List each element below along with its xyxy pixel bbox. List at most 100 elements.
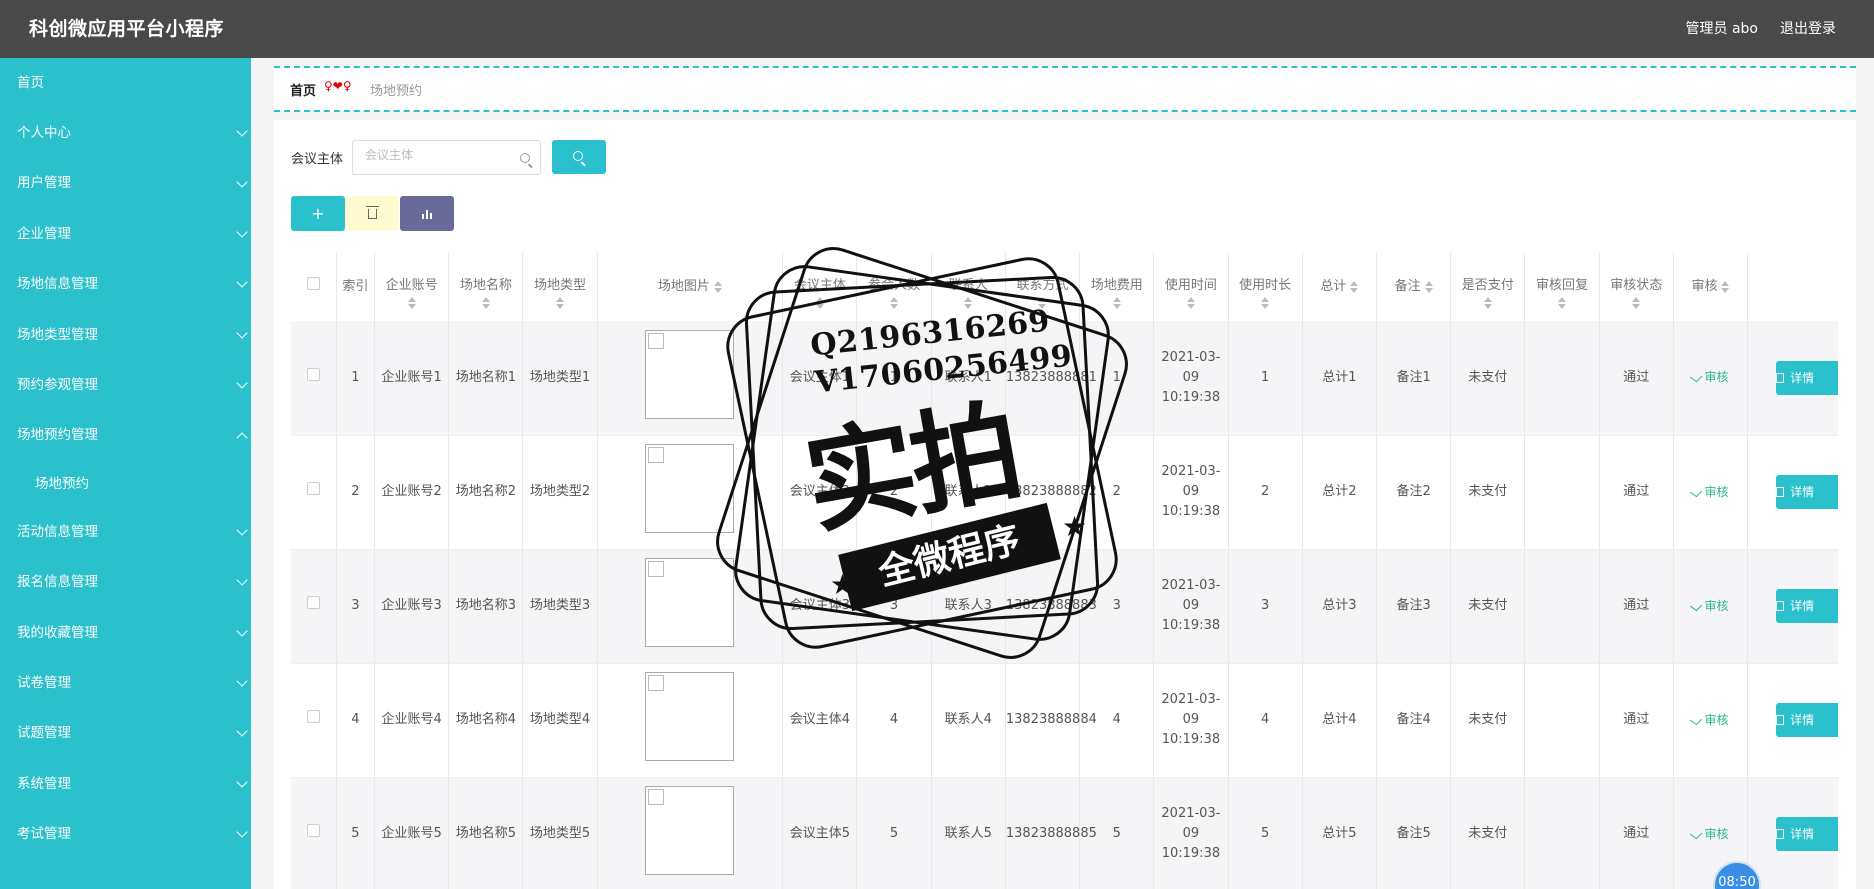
row-checkbox[interactable]: [306, 596, 320, 609]
column-header[interactable]: 场地费用: [1079, 253, 1155, 321]
data-table-container[interactable]: 索引 企业账号 场地名称 场地类型 场地图片 会议主体 参会人数 联系人 联系方式 场地费用 使用时…: [291, 253, 1838, 889]
sidebar-item[interactable]: 系统管理: [0, 759, 251, 809]
sidebar-item[interactable]: 活动信息管理: [0, 507, 251, 557]
table-row[interactable]: 5 企业账号5 场地名称5 场地类型5 会议主体5 5 联系人5 13823888885 5 20…: [291, 777, 1838, 889]
bar-chart-icon: [422, 210, 432, 219]
detail-button-label: 详情: [1790, 712, 1815, 727]
sidebar-item[interactable]: 场地类型管理: [0, 310, 251, 360]
detail-button[interactable]: 详情: [1776, 588, 1838, 623]
table-row[interactable]: 2 企业账号2 场地名称2 场地类型2 会议主体2 2 联系人2 13823888882 2 20…: [291, 435, 1838, 550]
column-header[interactable]: 索引: [336, 253, 376, 321]
edit-pen-icon: [1690, 828, 1703, 839]
detail-button[interactable]: 详情: [1776, 816, 1838, 851]
search-icon: [520, 153, 530, 163]
cell-fee: 1: [1112, 369, 1121, 385]
column-header[interactable]: 使用时间: [1153, 253, 1229, 321]
detail-button[interactable]: 详情: [1776, 360, 1838, 395]
sidebar-item[interactable]: 试题管理: [0, 708, 251, 758]
cell-fee: 5: [1112, 826, 1121, 841]
audit-link[interactable]: 审核: [1690, 370, 1728, 384]
column-header[interactable]: 会议主体: [782, 253, 858, 321]
sidebar-item[interactable]: 场地预约管理: [0, 410, 251, 460]
sidebar-item[interactable]: 预约参观管理: [0, 360, 251, 410]
sidebar-item[interactable]: 我的收藏管理: [0, 608, 251, 658]
column-header[interactable]: 审核回复: [1524, 253, 1600, 321]
select-all-cell[interactable]: [291, 253, 337, 321]
row-select-cell[interactable]: [291, 549, 337, 664]
table-row[interactable]: 4 企业账号4 场地名称4 场地类型4 会议主体4 4 联系人4 13823888884 4 20…: [291, 663, 1838, 778]
row-select-cell[interactable]: [291, 663, 337, 778]
cell-people: 4: [889, 712, 899, 727]
column-header[interactable]: 场地图片: [597, 253, 784, 321]
search-input[interactable]: [365, 148, 515, 162]
table-cell: 备注2: [1376, 435, 1452, 550]
add-button[interactable]: +: [291, 196, 345, 231]
cell-venue: 场地名称2: [455, 484, 516, 499]
column-header[interactable]: 企业账号: [374, 253, 450, 321]
sidebar-item[interactable]: 试卷管理: [0, 658, 251, 708]
column-header[interactable]: 联系方式: [1005, 253, 1081, 321]
image-cell: [597, 549, 784, 664]
audit-link-label: 审核: [1704, 598, 1729, 613]
cell-status: 通过: [1623, 484, 1650, 499]
sort-icon[interactable]: [1424, 280, 1433, 293]
table-row[interactable]: 1 企业账号1 场地名称1 场地类型1 会议主体1 1 联系人1 13823888881 1 20…: [291, 321, 1838, 436]
statistics-button[interactable]: [400, 196, 454, 231]
detail-button[interactable]: 详情: [1776, 474, 1838, 509]
column-header[interactable]: 审核状态: [1599, 253, 1674, 321]
column-header[interactable]: 参会人数: [856, 253, 932, 321]
cell-duration: 1: [1261, 369, 1270, 385]
sidebar-item[interactable]: 企业管理: [0, 209, 251, 259]
detail-button[interactable]: 详情: [1776, 702, 1838, 737]
table-cell: 会议主体1: [782, 321, 858, 436]
column-header[interactable]: 场地类型: [522, 253, 598, 321]
sidebar-item[interactable]: 场地预约: [0, 461, 251, 507]
row-checkbox[interactable]: [306, 482, 320, 495]
audit-link[interactable]: 审核: [1690, 713, 1728, 727]
table-cell: 备注5: [1376, 777, 1452, 889]
column-header[interactable]: 审核: [1673, 253, 1749, 321]
row-checkbox[interactable]: [306, 367, 320, 381]
sidebar-item[interactable]: 场地信息管理: [0, 259, 251, 309]
select-all-checkbox[interactable]: [306, 277, 320, 290]
column-header[interactable]: 总计: [1302, 253, 1377, 321]
row-checkbox[interactable]: [306, 710, 320, 723]
sort-icon[interactable]: [1350, 280, 1359, 293]
sidebar-item[interactable]: 考试管理: [0, 809, 251, 859]
row-select-cell[interactable]: [291, 435, 337, 550]
delete-button[interactable]: [345, 196, 399, 231]
table-cell: 4: [336, 663, 376, 778]
row-select-cell[interactable]: [291, 321, 337, 436]
detail-button-label: 详情: [1790, 484, 1815, 499]
row-select-cell[interactable]: [291, 777, 337, 889]
search-input-box[interactable]: [352, 140, 541, 175]
column-header[interactable]: 使用时长: [1228, 253, 1303, 321]
column-header[interactable]: 备注: [1376, 253, 1452, 321]
sort-icon[interactable]: [1721, 280, 1730, 293]
sidebar-item[interactable]: 个人中心: [0, 108, 251, 158]
cell-index: 3: [351, 598, 360, 613]
table-cell: 2: [1228, 435, 1303, 550]
sidebar-item[interactable]: 报名信息管理: [0, 557, 251, 607]
audit-link[interactable]: 审核: [1690, 598, 1729, 613]
cell-index: 4: [351, 712, 360, 727]
audit-link[interactable]: 审核: [1690, 827, 1728, 841]
logout-link[interactable]: 退出登录: [1780, 18, 1836, 38]
cell-time: 2021-03-09 10:19:38: [1161, 578, 1221, 633]
table-row[interactable]: 3 企业账号3 场地名称3 场地类型3 会议主体3 3 联系人3 13823888883 3 20…: [291, 549, 1838, 664]
sidebar-item[interactable]: 首页: [0, 58, 251, 108]
column-header[interactable]: 联系人: [931, 253, 1006, 321]
edit-pen-icon: [1690, 714, 1703, 725]
sidebar-item[interactable]: 用户管理: [0, 158, 251, 208]
search-button[interactable]: [552, 140, 606, 174]
sort-icon[interactable]: [713, 280, 722, 293]
audit-link[interactable]: 审核: [1690, 485, 1728, 499]
sidebar-item-label: 个人中心: [17, 125, 71, 141]
breadcrumb-home[interactable]: 首页: [290, 80, 316, 99]
cell-subject: 会议主体2: [789, 484, 850, 499]
cell-account: 企业账号5: [381, 826, 442, 841]
table-cell: 总计3: [1302, 549, 1377, 664]
column-header[interactable]: 是否支付: [1450, 253, 1526, 321]
row-checkbox[interactable]: [306, 824, 320, 837]
column-header[interactable]: 场地名称: [448, 253, 524, 321]
